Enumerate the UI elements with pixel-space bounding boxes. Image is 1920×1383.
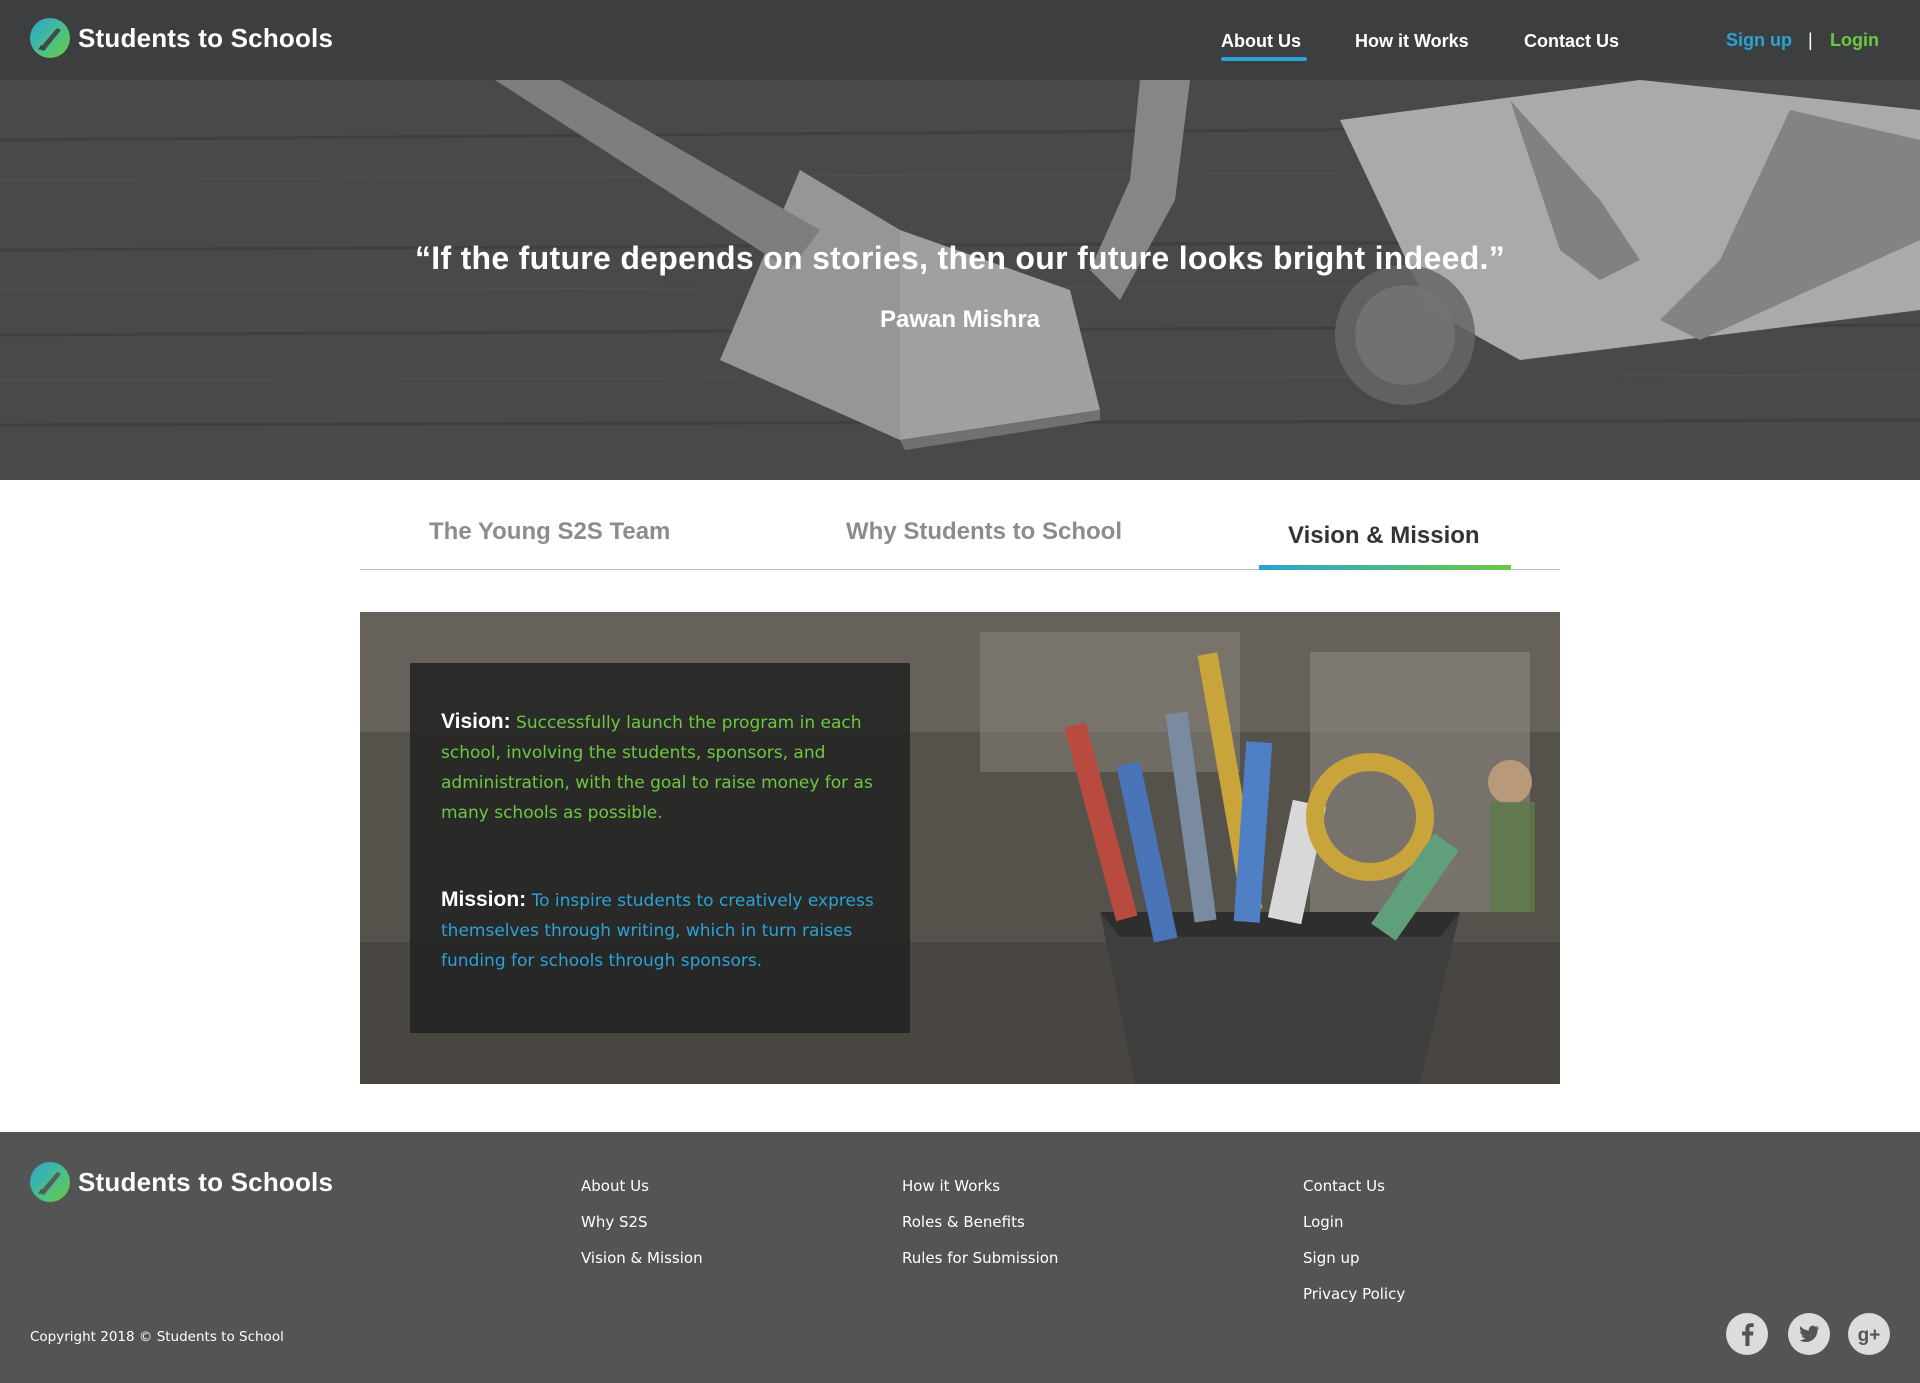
hero-quote-author: Pawan Mishra xyxy=(879,306,1041,333)
signup-link[interactable]: Sign up xyxy=(1726,30,1792,51)
footer-link-about-us[interactable]: About Us xyxy=(581,1177,649,1195)
footer-brand-logo[interactable]: Students to Schools xyxy=(30,1162,333,1202)
nav-how-it-works[interactable]: How it Works xyxy=(1355,31,1469,52)
nav-about-us[interactable]: About Us xyxy=(1221,31,1301,52)
vision-label: Vision: xyxy=(441,710,511,733)
logo-mark-icon xyxy=(30,18,70,58)
footer-link-login[interactable]: Login xyxy=(1303,1213,1343,1231)
hero-quote: “If the future depends on stories, then … xyxy=(414,240,1506,276)
svg-text:g+: g+ xyxy=(1858,1325,1881,1346)
brand-logo[interactable]: Students to Schools xyxy=(30,18,333,58)
copyright-text: Copyright 2018 © Students to School xyxy=(30,1329,284,1345)
vision-mission-panel: Vision: Successfully launch the program … xyxy=(360,612,1560,1084)
footer-link-vision-mission[interactable]: Vision & Mission xyxy=(581,1249,703,1267)
nav-active-indicator xyxy=(1221,57,1307,61)
footer-brand-name: Students to Schools xyxy=(78,1166,334,1197)
footer-link-contact-us[interactable]: Contact Us xyxy=(1303,1177,1385,1195)
twitter-icon[interactable] xyxy=(1788,1313,1830,1355)
footer-link-how-it-works[interactable]: How it Works xyxy=(902,1177,1000,1195)
tab-young-s2s-team[interactable]: The Young S2S Team xyxy=(429,518,670,546)
tab-active-indicator xyxy=(1259,565,1511,570)
mission-label: Mission: xyxy=(441,888,527,911)
tab-why-students-to-school[interactable]: Why Students to School xyxy=(846,518,1122,546)
mission-block: Mission: To inspire students to creative… xyxy=(441,885,886,976)
brand-name: Students to Schools xyxy=(78,22,334,53)
google-plus-icon[interactable]: g+ xyxy=(1848,1313,1890,1355)
footer-link-sign-up[interactable]: Sign up xyxy=(1303,1249,1360,1267)
auth-separator: | xyxy=(1808,30,1813,50)
hero-background-image xyxy=(0,80,1920,480)
nav-contact-us[interactable]: Contact Us xyxy=(1524,31,1619,52)
facebook-icon[interactable] xyxy=(1726,1313,1768,1355)
site-header: Students to Schools About Us How it Work… xyxy=(0,0,1920,80)
footer-link-roles-benefits[interactable]: Roles & Benefits xyxy=(902,1213,1025,1231)
about-tabs: The Young S2S Team Why Students to Schoo… xyxy=(360,480,1560,570)
vision-mission-card: Vision: Successfully launch the program … xyxy=(410,663,910,1033)
footer-link-rules-submission[interactable]: Rules for Submission xyxy=(902,1249,1058,1267)
tab-vision-mission[interactable]: Vision & Mission xyxy=(1288,522,1480,550)
vision-block: Vision: Successfully launch the program … xyxy=(441,707,886,828)
footer-link-why-s2s[interactable]: Why S2S xyxy=(581,1213,648,1231)
footer-logo-mark-icon xyxy=(30,1162,70,1202)
login-link[interactable]: Login xyxy=(1830,30,1879,51)
footer-link-privacy-policy[interactable]: Privacy Policy xyxy=(1303,1285,1405,1303)
hero-banner: “If the future depends on stories, then … xyxy=(0,80,1920,480)
